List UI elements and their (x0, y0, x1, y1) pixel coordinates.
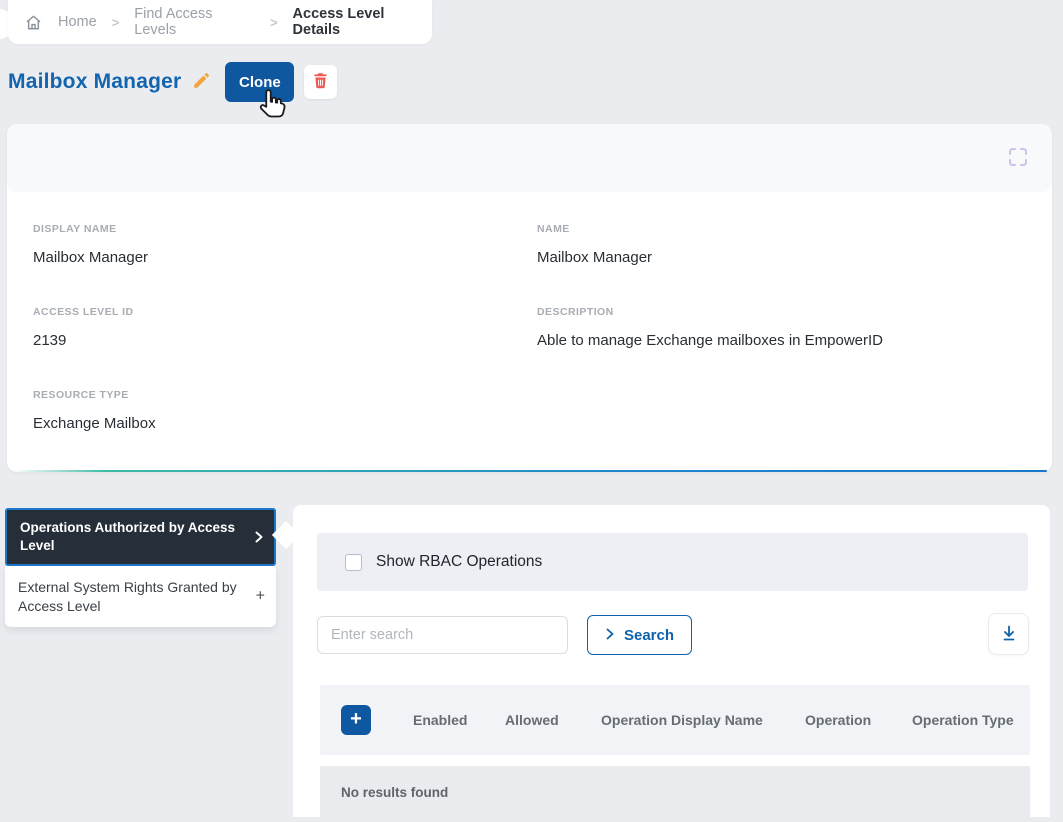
clone-button[interactable]: Clone (225, 62, 294, 102)
field-description: DESCRIPTION Able to manage Exchange mail… (537, 306, 883, 349)
plus-icon: + (256, 586, 265, 607)
tab-label: External System Rights Granted by Access… (18, 579, 237, 613)
search-input[interactable] (317, 616, 568, 654)
trash-icon (313, 72, 328, 92)
empty-results-message: No results found (341, 785, 448, 800)
chevron-right-icon: > (270, 15, 278, 30)
card-header-strip (7, 124, 1052, 192)
field-label: NAME (537, 223, 652, 235)
field-label: DISPLAY NAME (33, 223, 148, 235)
field-display-name: DISPLAY NAME Mailbox Manager (33, 223, 148, 266)
show-rbac-filter: Show RBAC Operations (317, 533, 1028, 591)
field-access-level-id: ACCESS LEVEL ID 2139 (33, 306, 134, 349)
show-rbac-label[interactable]: Show RBAC Operations (376, 553, 542, 571)
delete-button[interactable] (304, 65, 337, 99)
pencil-icon (192, 72, 210, 93)
access-level-details-card: DISPLAY NAME Mailbox Manager NAME Mailbo… (7, 124, 1052, 472)
home-icon[interactable] (24, 13, 43, 32)
field-resource-type: RESOURCE TYPE Exchange Mailbox (33, 389, 156, 432)
empty-results-row: No results found (320, 766, 1030, 822)
card-accent-underline (12, 470, 1047, 472)
column-header-operation[interactable]: Operation (805, 712, 871, 728)
tab-label: Operations Authorized by Access Level (20, 520, 235, 553)
tab-operations-authorized[interactable]: Operations Authorized by Access Level (5, 508, 276, 566)
field-value: Mailbox Manager (537, 249, 652, 266)
fullscreen-icon (1003, 142, 1033, 175)
download-button[interactable] (988, 613, 1029, 655)
tab-external-system-rights[interactable]: External System Rights Granted by Access… (5, 566, 276, 626)
breadcrumb-current: Access Level Details (293, 6, 432, 38)
field-label: ACCESS LEVEL ID (33, 306, 134, 318)
chevron-right-icon (605, 627, 615, 644)
column-header-operation-display-name[interactable]: Operation Display Name (601, 712, 763, 728)
field-value: 2139 (33, 332, 134, 349)
field-name: NAME Mailbox Manager (537, 223, 652, 266)
search-button[interactable]: Search (587, 615, 692, 655)
column-header-enabled[interactable]: Enabled (413, 712, 467, 728)
chevron-right-icon (254, 531, 265, 544)
field-value: Able to manage Exchange mailboxes in Emp… (537, 332, 883, 349)
breadcrumb-find-access-levels[interactable]: Find Access Levels (134, 6, 255, 38)
show-rbac-checkbox[interactable] (345, 554, 362, 571)
download-icon (999, 623, 1019, 646)
field-value: Exchange Mailbox (33, 415, 156, 432)
page-title: Mailbox Manager (8, 70, 181, 94)
column-header-operation-type[interactable]: Operation Type (912, 712, 1014, 728)
operations-table-header: + Enabled Allowed Operation Display Name… (320, 685, 1030, 755)
page-header: Mailbox Manager Clone (8, 60, 337, 104)
field-value: Mailbox Manager (33, 249, 148, 266)
edit-title-button[interactable] (192, 72, 210, 93)
expand-card-button[interactable] (997, 137, 1039, 179)
field-label: DESCRIPTION (537, 306, 883, 318)
operations-panel: Show RBAC Operations Search + Enabled Al… (293, 505, 1050, 817)
sidebar-tabs: Operations Authorized by Access Level Ex… (5, 508, 276, 627)
add-operation-button[interactable]: + (341, 705, 371, 735)
column-header-allowed[interactable]: Allowed (505, 712, 559, 728)
chevron-right-icon: > (112, 15, 120, 30)
search-button-label: Search (624, 627, 674, 644)
field-label: RESOURCE TYPE (33, 389, 156, 401)
breadcrumb: Home > Find Access Levels > Access Level… (8, 0, 432, 44)
breadcrumb-home[interactable]: Home (58, 14, 97, 30)
